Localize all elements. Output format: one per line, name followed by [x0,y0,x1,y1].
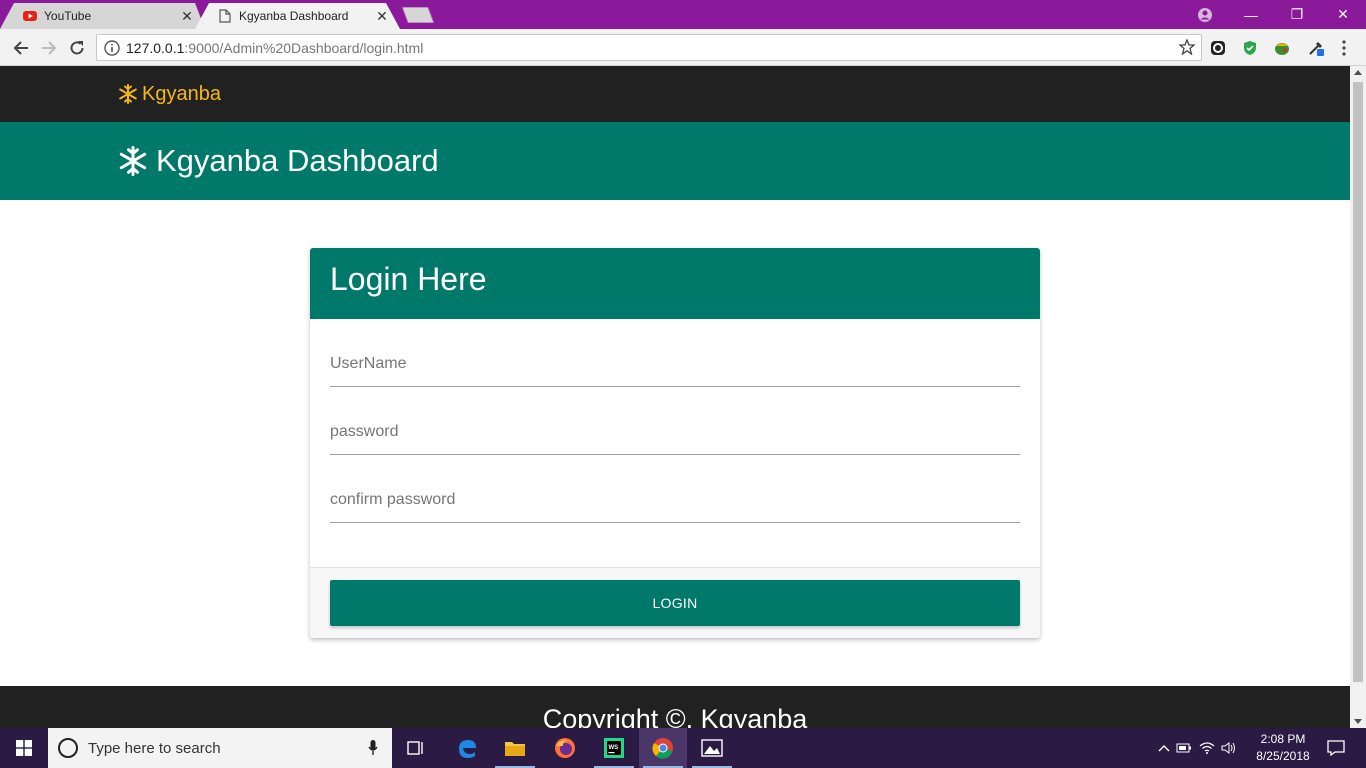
login-button[interactable]: LOGIN [330,580,1020,626]
dashboard-banner: Kgyanba Dashboard [0,122,1350,200]
chevron-up-icon[interactable] [1156,744,1172,752]
brand-name: Kgyanba [142,82,221,105]
new-tab-button[interactable] [400,6,436,24]
webstorm-icon[interactable]: WS [590,728,638,768]
back-icon[interactable] [10,37,32,59]
bookmark-star-icon[interactable] [1178,38,1196,56]
confirm-password-input[interactable] [330,478,1020,523]
globe-extension-icon[interactable] [1272,38,1292,58]
youtube-favicon-icon [22,8,38,24]
username-field-wrapper [330,335,1020,403]
password-input[interactable] [330,410,1020,455]
close-icon[interactable]: ✕ [374,8,390,24]
brand-link[interactable]: Kgyanba [118,83,221,106]
minimize-button[interactable]: — [1228,0,1274,29]
taskbar-clock[interactable]: 2:08 PM 8/25/2018 [1250,731,1316,765]
tab-strip: YouTube ✕ Kgyanba Dashboard ✕ — ❐ ✕ [0,0,1366,29]
page-document-icon [217,8,233,24]
microphone-icon[interactable] [368,740,378,760]
copyright-text: Copyright ©, Kgyanba [542,704,808,728]
reload-icon[interactable] [66,37,88,59]
confirm-password-field-wrapper [330,471,1020,539]
password-field-wrapper [330,403,1020,471]
task-view-icon[interactable] [392,728,440,768]
scrollbar-thumb[interactable] [1353,82,1363,682]
login-card: Login Here LOGIN [310,248,1040,638]
photos-icon[interactable] [688,728,736,768]
extension-icon[interactable] [1208,38,1228,58]
menu-icon[interactable] [1334,38,1354,58]
scroll-up-arrow-icon[interactable] [1354,70,1362,75]
file-explorer-icon[interactable] [491,728,539,768]
chrome-icon[interactable] [639,728,687,768]
tab-youtube[interactable]: YouTube ✕ [0,3,205,29]
forward-icon[interactable] [38,37,60,59]
snowflake-icon [119,146,147,176]
wifi-icon[interactable] [1196,742,1218,754]
snowflake-icon [119,84,137,104]
username-input[interactable] [330,342,1020,387]
browser-toolbar: 127.0.0.1:9000/Admin%20Dashboard/login.h… [0,29,1366,66]
firefox-icon[interactable] [541,728,589,768]
clock-time: 2:08 PM [1260,732,1306,746]
close-window-button[interactable]: ✕ [1320,0,1366,29]
tab-kgyanba-dashboard[interactable]: Kgyanba Dashboard ✕ [195,3,400,29]
shield-extension-icon[interactable] [1240,38,1260,58]
restore-button[interactable]: ❐ [1274,0,1320,29]
svg-text:WS: WS [609,745,619,751]
top-navbar: Kgyanba [0,66,1350,122]
notification-center-icon[interactable] [1318,728,1354,768]
page-viewport: Kgyanba Kgyanba Dashboard Login Here LOG… [0,66,1350,728]
volume-icon[interactable] [1218,742,1240,754]
tab-title: YouTube [44,9,92,23]
eyedropper-extension-icon[interactable] [1306,38,1326,58]
login-form [310,319,1040,567]
login-card-footer: LOGIN [310,567,1040,638]
system-tray [1156,728,1240,768]
page-footer: Copyright ©, Kgyanba [0,686,1350,728]
cortana-icon [58,738,78,758]
search-placeholder: Type here to search [88,739,221,757]
login-card-header: Login Here [310,248,1040,319]
edge-browser-icon[interactable] [443,728,491,768]
windows-logo-icon [16,740,32,756]
tab-title: Kgyanba Dashboard [239,9,349,23]
page-scrollbar[interactable] [1350,66,1366,728]
page-title: Kgyanba Dashboard [156,143,439,178]
address-bar[interactable]: 127.0.0.1:9000/Admin%20Dashboard/login.h… [96,34,1202,61]
start-button[interactable] [0,728,48,768]
url-path: :9000/Admin%20Dashboard/login.html [184,39,424,56]
taskbar-search-box[interactable]: Type here to search [48,728,392,768]
close-icon[interactable]: ✕ [179,8,195,24]
info-icon[interactable] [104,39,120,56]
scroll-down-arrow-icon[interactable] [1354,719,1362,724]
battery-icon[interactable] [1172,743,1196,753]
url-host: 127.0.0.1 [126,39,185,56]
profile-icon[interactable] [1182,0,1228,29]
clock-date: 8/25/2018 [1256,749,1310,763]
